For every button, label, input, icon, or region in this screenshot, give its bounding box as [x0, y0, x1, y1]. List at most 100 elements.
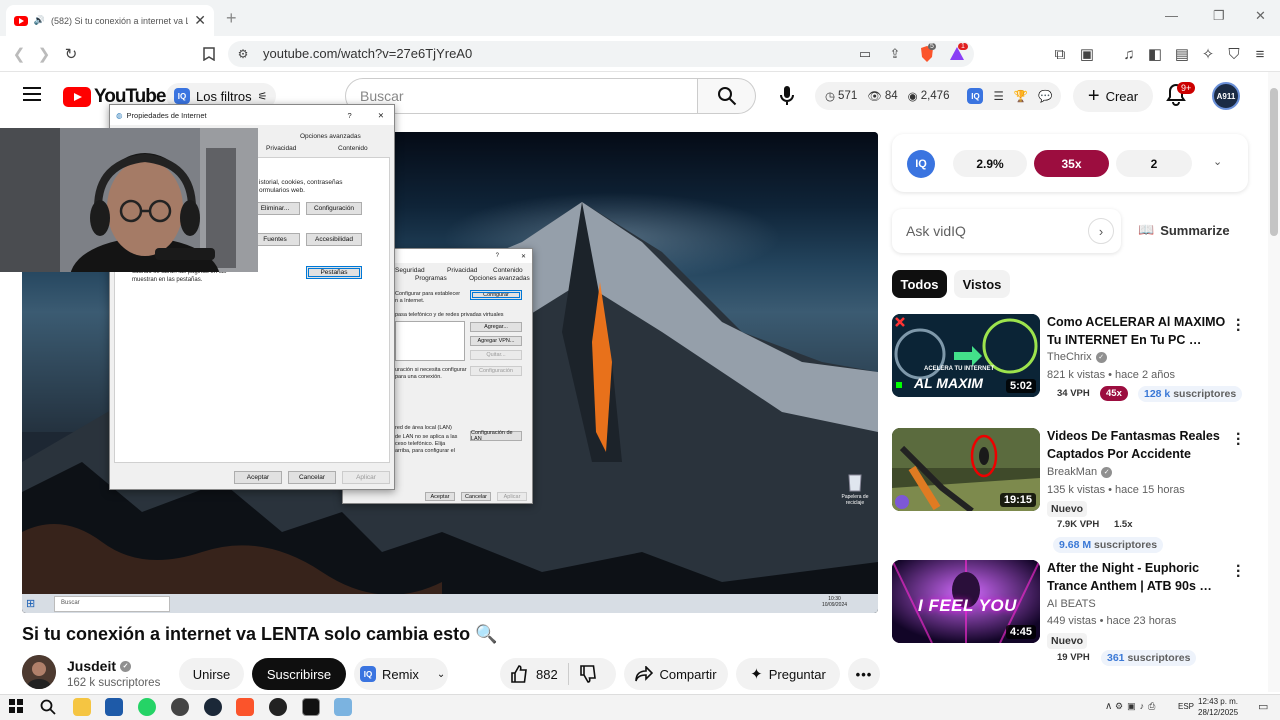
vph-badge: 7.9K VPH	[1051, 517, 1106, 532]
voice-search-button[interactable]	[771, 81, 803, 111]
video-title-link[interactable]: Como ACELERAR Al MAXIMO Tu INTERNET En T…	[1047, 314, 1227, 349]
steam-icon[interactable]	[204, 698, 222, 716]
menu-icon[interactable]: ≡	[1251, 45, 1269, 63]
share-page-icon[interactable]: ⇪	[886, 45, 904, 63]
obs-icon[interactable]	[269, 698, 287, 716]
cast-icon[interactable]: ▭	[856, 45, 874, 63]
verified-icon: ✓	[120, 660, 132, 672]
more-options-icon[interactable]: · · ·	[1236, 313, 1241, 339]
video-meta: 449 vistas • hace 23 horas	[1047, 615, 1177, 627]
sparkle-icon: ✦	[750, 666, 763, 683]
trophy-icon[interactable]: 🏆	[1014, 89, 1028, 103]
webcam-overlay	[0, 128, 258, 272]
video-thumbnail[interactable]: I FEEL YOU 4:45	[892, 560, 1040, 643]
eye-icon: 👁	[867, 91, 882, 103]
ask-submit-icon[interactable]: ›	[1088, 218, 1114, 244]
notification-center-icon[interactable]: ▭	[1258, 700, 1268, 713]
vidiq-remix-icon: IQ	[360, 666, 376, 682]
more-actions-icon[interactable]: •••	[848, 658, 880, 690]
streamer-webcam-image	[0, 128, 258, 272]
vpn-icon[interactable]: ⛉	[1225, 45, 1243, 63]
close-window-icon[interactable]: ✕	[1255, 8, 1266, 24]
close-tab-icon[interactable]: ✕	[194, 12, 206, 29]
remix-button[interactable]: IQ Remix ⌄	[354, 658, 448, 690]
forward-icon[interactable]: ❯	[35, 45, 53, 63]
language-indicator[interactable]: ESP	[1178, 702, 1194, 711]
ask-button[interactable]: ✦ Preguntar	[736, 658, 840, 690]
channel-avatar[interactable]	[22, 655, 56, 689]
inset-clock: 10:30 10/09/2024	[822, 596, 848, 608]
search-button[interactable]	[698, 78, 756, 114]
url-text[interactable]: youtube.com/watch?v=27e6TjYreA0	[263, 46, 472, 61]
vidiq-logo-icon[interactable]: IQ	[907, 150, 935, 178]
verified-icon: ✓	[1101, 466, 1113, 478]
verified-icon: ✓	[1095, 351, 1107, 363]
system-clock[interactable]: 12:43 p. m. 28/12/2025	[1198, 696, 1238, 718]
vph-badge: 19 VPH	[1051, 650, 1096, 665]
minimize-icon[interactable]: —	[1165, 8, 1178, 23]
new-tab-icon[interactable]: +	[226, 8, 237, 29]
vidiq-tool-icon[interactable]: IQ	[967, 88, 984, 104]
ask-vidiq-input[interactable]: Ask vidIQ	[892, 209, 1121, 253]
tray-icons[interactable]: ⚙▣♪⎙	[1115, 701, 1159, 712]
browser-tab[interactable]: 🔊 (582) Si tu conexión a internet va LEN…	[6, 5, 214, 36]
windows-start-icon[interactable]	[9, 699, 23, 713]
bookmark-icon[interactable]	[200, 45, 218, 63]
whatsapp-icon[interactable]	[138, 698, 156, 716]
video-title-link[interactable]: Videos De Fantasmas Reales Captados Por …	[1047, 428, 1227, 463]
site-settings-icon[interactable]: ⚙	[234, 45, 252, 63]
network-app-icon[interactable]	[334, 698, 352, 716]
summarize-button[interactable]: 📖 Summarize	[1138, 222, 1230, 238]
account-avatar[interactable]: A911	[1212, 82, 1240, 110]
join-button[interactable]: Unirse	[179, 658, 244, 690]
reload-icon[interactable]: ↻	[62, 45, 80, 63]
expand-chevron-icon[interactable]: ⌄	[1213, 155, 1222, 168]
hamburger-menu-icon[interactable]	[22, 86, 42, 102]
thumbnail-caption-large: AL MAXIM	[914, 375, 983, 391]
rewards-badge: 1	[958, 43, 968, 50]
store-icon[interactable]	[105, 698, 123, 716]
tray-chevron-icon[interactable]: ∧	[1105, 701, 1112, 712]
vidiq-stats-bar[interactable]: ◷ 571 👁 84 ◉ 2,476 IQ ☰ 🏆 💬	[815, 82, 1061, 110]
back-icon[interactable]: ❮	[10, 45, 28, 63]
youtube-play-icon	[63, 87, 91, 107]
video-thumbnail[interactable]: 19:15	[892, 428, 1040, 511]
video-channel[interactable]: BreakMan ✓	[1047, 466, 1113, 478]
leo-ai-icon[interactable]: ✧	[1199, 45, 1217, 63]
subscribe-button[interactable]: Suscribirse	[252, 658, 346, 690]
video-title-link[interactable]: After the Night - Euphoric Trance Anthem…	[1047, 560, 1227, 595]
thumbnail-caption-small: ACELERA TU INTERNET	[924, 366, 995, 372]
epic-games-icon[interactable]	[302, 698, 320, 716]
more-options-icon[interactable]: · · ·	[1236, 559, 1241, 585]
sidebar-icon[interactable]: ◧	[1146, 45, 1164, 63]
wallet-icon[interactable]: ▤	[1173, 45, 1191, 63]
video-channel[interactable]: AI BEATS	[1047, 598, 1096, 610]
chevron-down-icon[interactable]: ⌄	[437, 669, 445, 680]
video-channel[interactable]: TheChrix ✓	[1047, 351, 1107, 363]
dislike-button[interactable]	[579, 665, 597, 683]
scrollbar-thumb[interactable]	[1270, 88, 1278, 236]
share-button[interactable]: Compartir	[624, 658, 728, 690]
app-icon[interactable]	[171, 698, 189, 716]
subs-badge: 9.68 M suscriptores	[1053, 537, 1164, 553]
create-button[interactable]: + Crear	[1073, 80, 1153, 112]
list-icon[interactable]: ☰	[993, 89, 1003, 103]
file-explorer-icon[interactable]	[73, 698, 91, 716]
vidiq-icon: IQ	[174, 88, 190, 104]
channel-name[interactable]: Jusdeit ✓	[67, 658, 132, 674]
taskbar-search-icon[interactable]	[40, 699, 56, 715]
brave-browser-icon[interactable]	[236, 698, 254, 716]
filter-chip-watched[interactable]: Vistos	[954, 270, 1010, 298]
filter-chip-all[interactable]: Todos	[892, 270, 947, 298]
like-button[interactable]: 882	[510, 665, 558, 683]
speaker-icon[interactable]: 🔊	[34, 15, 45, 26]
new-badge: Nuevo	[1047, 501, 1088, 517]
chat-icon[interactable]: 💬	[1038, 89, 1052, 103]
video-thumbnail[interactable]: ACELERA TU INTERNET AL MAXIM 5:02	[892, 314, 1040, 397]
tab-search-icon[interactable]: ▣	[1078, 45, 1096, 63]
search-input[interactable]: Buscar	[345, 78, 698, 114]
more-options-icon[interactable]: · · ·	[1236, 427, 1241, 453]
maximize-icon[interactable]: ❐	[1213, 8, 1225, 24]
extensions-icon[interactable]: ⧉	[1051, 45, 1069, 63]
media-icon[interactable]: ♫	[1120, 45, 1138, 63]
